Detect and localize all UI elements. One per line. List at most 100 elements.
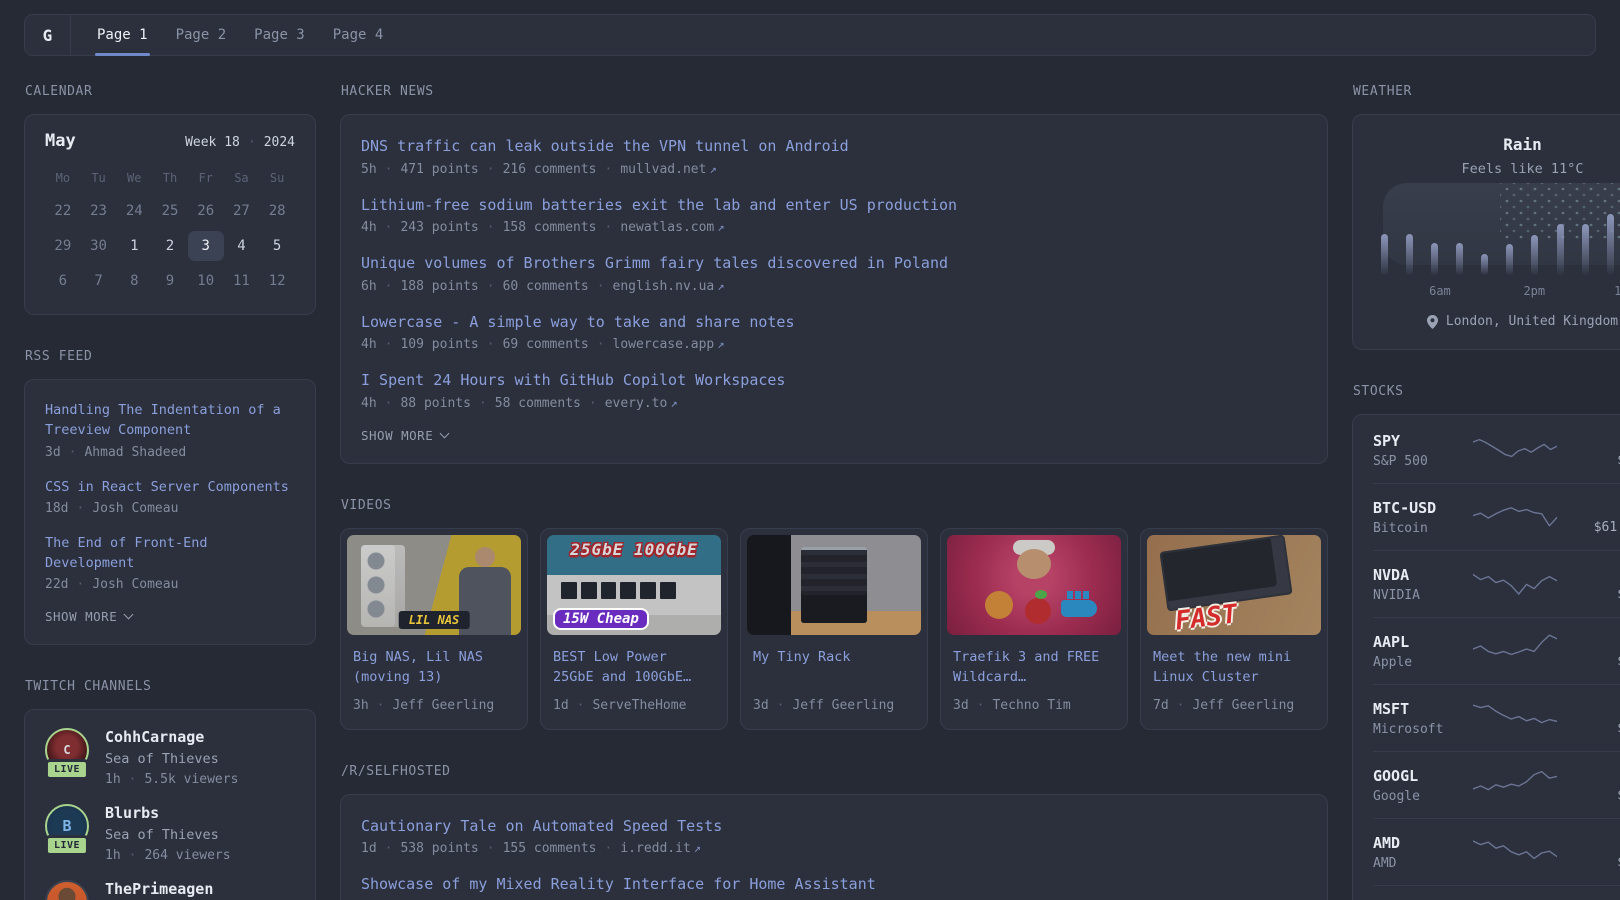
video-thumbnail [747,534,921,635]
right-column: WEATHER Rain Feels like 11°C 12° 6am 2pm 1… [1352,84,1620,900]
weather-bar [1556,224,1564,275]
rss-item-title[interactable]: Handling The Indentation of a Treeview C… [45,400,295,441]
stocks-card: SPY S&P 500 +1.29% $511.57 BTC-USD Bitcoin +4.… [1352,414,1620,900]
rss-item: CSS in React Server Components 18d · Josh C… [45,477,295,516]
weather-bar [1481,254,1489,275]
hacker-news-item-title[interactable]: Unique volumes of Brothers Grimm fairy t… [361,252,1307,275]
item-meta: 3d · Jeff Geerling [753,698,915,713]
item-meta: 1d · 538 points · 155 comments · i.redd.it ↗ [361,841,1307,856]
stock-symbol[interactable]: MSFT [1373,700,1461,718]
calendar-day: 11 [232,273,250,289]
avatar [45,880,89,900]
selfhosted-item-title[interactable]: Showcase of my Mixed Reality Interface f… [361,873,1307,896]
whale-art [1060,590,1097,617]
twitch-channel-name[interactable]: ThePrimeagen [105,880,213,898]
rss-item-title[interactable]: The End of Front-End Development [45,533,295,574]
item-source-link[interactable]: i.redd.it ↗ [620,841,701,856]
app-logo[interactable]: G [25,15,71,55]
dot-separator: · [76,577,85,593]
show-more-button[interactable]: SHOW MORE [361,428,1307,443]
stock-symbol[interactable]: SPY [1373,432,1461,450]
weather-time-axis: 6am 2pm 10pm [1381,284,1620,299]
item-source-link[interactable]: every.to ↗ [605,396,678,411]
stock-values: +2.94% $150.45 [1568,835,1620,870]
dot-separator: · [384,337,393,352]
dot-separator: · [596,337,605,352]
video-title[interactable]: Meet the new mini Linux Cluster [1153,647,1315,689]
video-title[interactable]: BEST Low Power 25GbE and 100GbE Switch… [553,647,715,689]
hacker-news-item-title[interactable]: Lowercase - A simple way to take and sha… [361,311,1307,334]
twitch-channel-row[interactable]: ThePrimeagen [45,880,295,900]
weather-bar [1406,234,1414,275]
dashboard-page: G Page 1 Page 2 Page 3 Page 4 CALENDAR May … [0,0,1620,900]
item-source-link[interactable]: english.nv.ua ↗ [613,279,725,294]
twitch-channel-row[interactable]: B LIVE Blurbs Sea of Thieves 1h · 264 viewers [44,804,295,863]
twitch-channel-name[interactable]: CohhCarnage [105,728,204,746]
stock-identity: MSFT Microsoft [1373,700,1461,737]
item-meta: 7d · Jeff Geerling [1153,698,1315,713]
tab-page-1[interactable]: Page 1 [83,15,162,56]
item-meta: 18d · Josh Comeau [45,501,295,516]
item-source-link[interactable]: lowercase.app ↗ [613,337,725,352]
selfhosted-item-title[interactable]: Cautionary Tale on Automated Speed Tests [361,815,1307,838]
dot-separator: · [596,278,605,294]
dot-separator: · [486,161,495,177]
blob-r-art [1025,589,1052,624]
dot-separator: · [604,161,613,177]
stock-chart-cell [1461,565,1568,603]
meta-text: 188 points [400,278,479,294]
stock-symbol[interactable]: AAPL [1373,633,1461,651]
video-card[interactable]: 25GbE 100GbE 15W Cheap BEST Low Power 25Gb… [540,527,728,730]
stock-symbol[interactable]: BTC-USD [1373,499,1461,517]
tab-page-3[interactable]: Page 3 [240,15,319,55]
video-card[interactable]: My Tiny Rack 3d · Jeff Geerling [740,527,928,730]
video-title[interactable]: My Tiny Rack [753,647,915,689]
item-source-link[interactable]: mullvad.net ↗ [620,162,716,177]
hacker-news-item: Lowercase - A simple way to take and sha… [361,311,1307,353]
weather-location: London, United Kingdom [1445,314,1619,329]
rss-card: Handling The Indentation of a Treeview C… [24,379,316,646]
video-card[interactable]: LIL NAS Big NAS, Lil NAS (moving 13) 3h · Je… [340,527,528,730]
weather-bar [1381,234,1388,275]
dot-separator: · [68,444,77,460]
hacker-news-item-title[interactable]: I Spent 24 Hours with GitHub Copilot Wor… [361,369,1307,392]
dot-separator: · [576,697,585,713]
item-meta: 5h · 471 points · 216 comments · mullvad.net ↗ [361,162,1307,177]
hacker-news-card: DNS traffic can leak outside the VPN tun… [340,114,1328,464]
stock-symbol[interactable]: AMD [1373,834,1461,852]
twitch-channel-name[interactable]: Blurbs [105,804,159,822]
weather-card: Rain Feels like 11°C 12° 6am 2pm 10pm Lond… [1352,114,1620,350]
item-source-link[interactable]: newatlas.com ↗ [620,220,724,235]
weather-condition: Rain [1503,135,1542,154]
cap-art [1013,539,1055,555]
stock-sparkline [1471,704,1558,724]
selfhosted-widget: /R/SELFHOSTED Cautionary Tale on Automat… [340,764,1328,900]
twitch-channel-info: CohhCarnage Sea of Thieves 1h · 5.5k viewers [105,728,238,787]
hacker-news-item-title[interactable]: DNS traffic can leak outside the VPN tun… [361,135,1307,158]
video-title[interactable]: Traefik 3 and FREE Wildcard… [953,647,1115,689]
item-meta: 3d · Ahmad Shadeed [45,445,295,460]
show-more-button[interactable]: SHOW MORE [45,609,295,624]
rss-item-title[interactable]: CSS in React Server Components [45,477,295,497]
calendar-grid: Mo Tu We Th Fr Sa Su 22 23 24 25 26 27 28 29 30 1 2 3 4 5 6 7 8… [45,171,295,296]
stock-chart-cell [1461,498,1568,536]
item-meta: 3h · Jeff Geerling [353,698,515,713]
stock-symbol[interactable]: GOOGL [1373,767,1461,785]
videos-section-title: VIDEOS [341,497,392,513]
thumbnail-banner-text: LIL NAS [398,610,470,629]
video-thumbnail: 25GbE 100GbE 15W Cheap [547,534,721,635]
video-thumbnail: LIL NAS [347,534,521,635]
twitch-channel-row[interactable]: C LIVE CohhCarnage Sea of Thieves 1h · 5.5k vi… [44,728,295,787]
page-tabs: Page 1 Page 2 Page 3 Page 4 [83,15,398,56]
stock-symbol[interactable]: NVDA [1373,566,1461,584]
video-card[interactable]: Traefik 3 and FREE Wildcard… 3d · Techno Ti… [940,527,1128,730]
hacker-news-item-title[interactable]: Lithium-free sodium batteries exit the l… [361,194,1307,217]
stock-price: $511.57 [1568,453,1620,468]
video-title[interactable]: Big NAS, Lil NAS (moving 13) [353,647,515,689]
stock-row: MSFT Microsoft +2.16% $406.43 [1373,684,1620,751]
tab-page-2[interactable]: Page 2 [162,15,241,55]
dot-separator: · [384,278,393,294]
video-card[interactable]: FAST Meet the new mini Linux Cluster 7d · Je… [1140,527,1328,730]
calendar-day: 10 [197,273,215,289]
tab-page-4[interactable]: Page 4 [319,15,398,55]
